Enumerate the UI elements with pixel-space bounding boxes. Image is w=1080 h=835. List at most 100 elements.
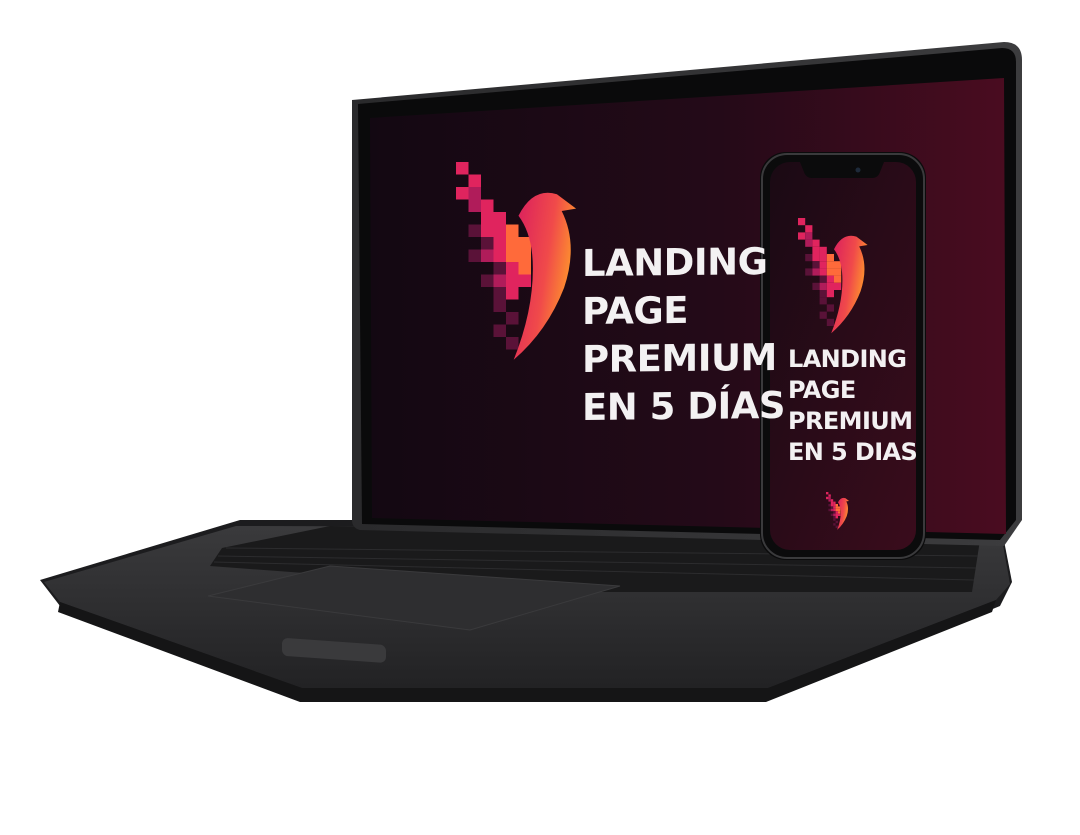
logo-pixel xyxy=(481,237,494,250)
logo-pixel xyxy=(812,268,820,276)
logo-pixel xyxy=(468,187,481,200)
logo-pixel xyxy=(518,237,531,250)
headline-line: PREMIUM xyxy=(788,407,913,435)
logo-pixel xyxy=(493,212,506,225)
logo-pixel xyxy=(838,508,841,512)
logo-pixel xyxy=(481,274,494,287)
logo-pixel xyxy=(805,239,813,247)
logo-pixel xyxy=(834,268,842,276)
logo-pixel xyxy=(833,523,836,526)
logo-pixel xyxy=(506,262,519,275)
logo-pixel xyxy=(518,274,531,287)
logo-pixel xyxy=(830,506,834,509)
logo-pixel xyxy=(819,246,827,254)
logo-pixel xyxy=(833,511,836,514)
logo-pixel xyxy=(828,499,831,502)
logo-pixel xyxy=(819,275,827,283)
logo-pixel xyxy=(819,261,827,269)
logo-pixel xyxy=(826,254,834,262)
logo-pixel xyxy=(805,232,813,240)
logo-pixel xyxy=(826,318,834,326)
logo-pixel xyxy=(812,254,820,262)
headline-line: LANDING xyxy=(788,345,907,373)
logo-pixel xyxy=(833,506,836,509)
logo-pixel xyxy=(838,506,841,509)
logo-pixel xyxy=(456,187,469,200)
logo-pixel xyxy=(819,311,827,319)
logo-pixel xyxy=(468,199,481,212)
logo-pixel xyxy=(481,212,494,225)
logo-pixel xyxy=(830,504,834,507)
headline-line: PAGE xyxy=(788,376,856,404)
logo-pixel xyxy=(826,304,834,312)
logo-pixel xyxy=(812,239,820,247)
logo-pixel xyxy=(819,297,827,305)
logo-pixel xyxy=(468,174,481,187)
headline-line: LANDING xyxy=(582,240,768,285)
logo-pixel xyxy=(833,516,836,519)
logo-pixel xyxy=(826,275,834,283)
logo-pixel xyxy=(835,516,838,519)
logo-pixel xyxy=(493,237,506,250)
logo-pixel xyxy=(819,290,827,298)
logo-pixel xyxy=(493,299,506,312)
logo-pixel xyxy=(812,246,820,254)
logo-pixel xyxy=(830,508,834,512)
logo-pixel xyxy=(833,501,836,504)
logo-pixel xyxy=(826,268,834,276)
logo-pixel xyxy=(493,274,506,287)
logo-pixel xyxy=(506,287,519,300)
phone-headline: LANDING PAGE PREMIUM EN 5 DIAS xyxy=(788,344,918,468)
logo-pixel xyxy=(819,282,827,290)
logo-pixel xyxy=(481,249,494,262)
logo-pixel xyxy=(506,312,519,325)
device-mockup-scene xyxy=(40,42,1022,702)
logo-pixel xyxy=(826,496,829,500)
logo-pixel xyxy=(518,249,531,262)
logo-pixel xyxy=(830,513,834,516)
headline-line: PAGE xyxy=(582,288,689,333)
logo-pixel xyxy=(493,324,506,337)
logo-pixel xyxy=(798,232,806,240)
logo-pixel xyxy=(506,274,519,287)
logo-pixel xyxy=(834,261,842,269)
phone-notch xyxy=(800,162,884,178)
logo-pixel xyxy=(819,268,827,276)
logo-pixel xyxy=(833,518,836,521)
logo-pixel xyxy=(834,275,842,283)
logo-pixel xyxy=(805,225,813,233)
logo-pixel xyxy=(812,282,820,290)
logo-pixel xyxy=(835,504,838,507)
logo-pixel xyxy=(481,199,494,212)
logo-pixel xyxy=(493,287,506,300)
logo-pixel xyxy=(828,508,831,512)
logo-pixel xyxy=(819,254,827,262)
logo-pixel xyxy=(834,282,842,290)
logo-pixel xyxy=(835,511,838,514)
logo-pixel xyxy=(481,224,494,237)
logo-pixel xyxy=(833,504,836,507)
logo-pixel xyxy=(835,520,838,524)
logo-pixel xyxy=(828,496,831,500)
headline-line: EN 5 DIAS xyxy=(788,438,918,466)
logo-pixel xyxy=(798,218,806,226)
laptop-headline: LANDING PAGE PREMIUM EN 5 DÍAS xyxy=(582,238,785,432)
logo-pixel xyxy=(830,499,834,502)
logo-pixel xyxy=(812,261,820,269)
logo-pixel xyxy=(826,492,829,495)
logo-pixel xyxy=(468,249,481,262)
logo-pixel xyxy=(835,513,838,516)
logo-pixel xyxy=(826,282,834,290)
logo-pixel xyxy=(826,290,834,298)
logo-pixel xyxy=(506,237,519,250)
logo-pixel xyxy=(828,504,831,507)
logo-pixel xyxy=(493,249,506,262)
logo-pixel xyxy=(828,494,831,497)
headline-line: EN 5 DÍAS xyxy=(582,383,786,429)
logo-pixel xyxy=(838,511,841,514)
logo-pixel xyxy=(833,513,836,516)
logo-pixel xyxy=(835,506,838,509)
logo-pixel xyxy=(506,224,519,237)
logo-pixel xyxy=(833,508,836,512)
logo-pixel xyxy=(835,508,838,512)
